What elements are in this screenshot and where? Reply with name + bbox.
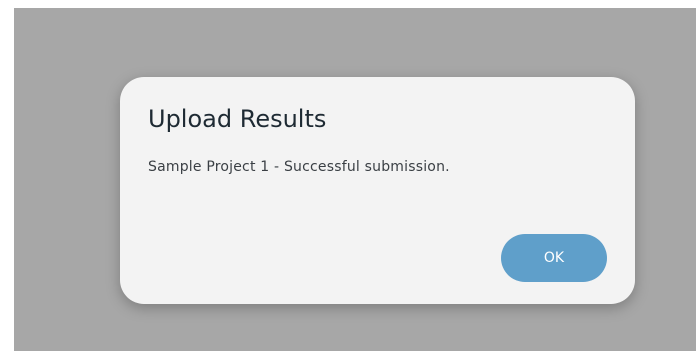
dialog-title: Upload Results bbox=[148, 105, 327, 133]
ok-button[interactable]: OK bbox=[501, 234, 607, 282]
upload-results-dialog: Upload Results Sample Project 1 - Succes… bbox=[120, 77, 635, 304]
dialog-message: Sample Project 1 - Successful submission… bbox=[148, 159, 450, 175]
modal-backdrop[interactable]: Upload Results Sample Project 1 - Succes… bbox=[14, 8, 696, 351]
